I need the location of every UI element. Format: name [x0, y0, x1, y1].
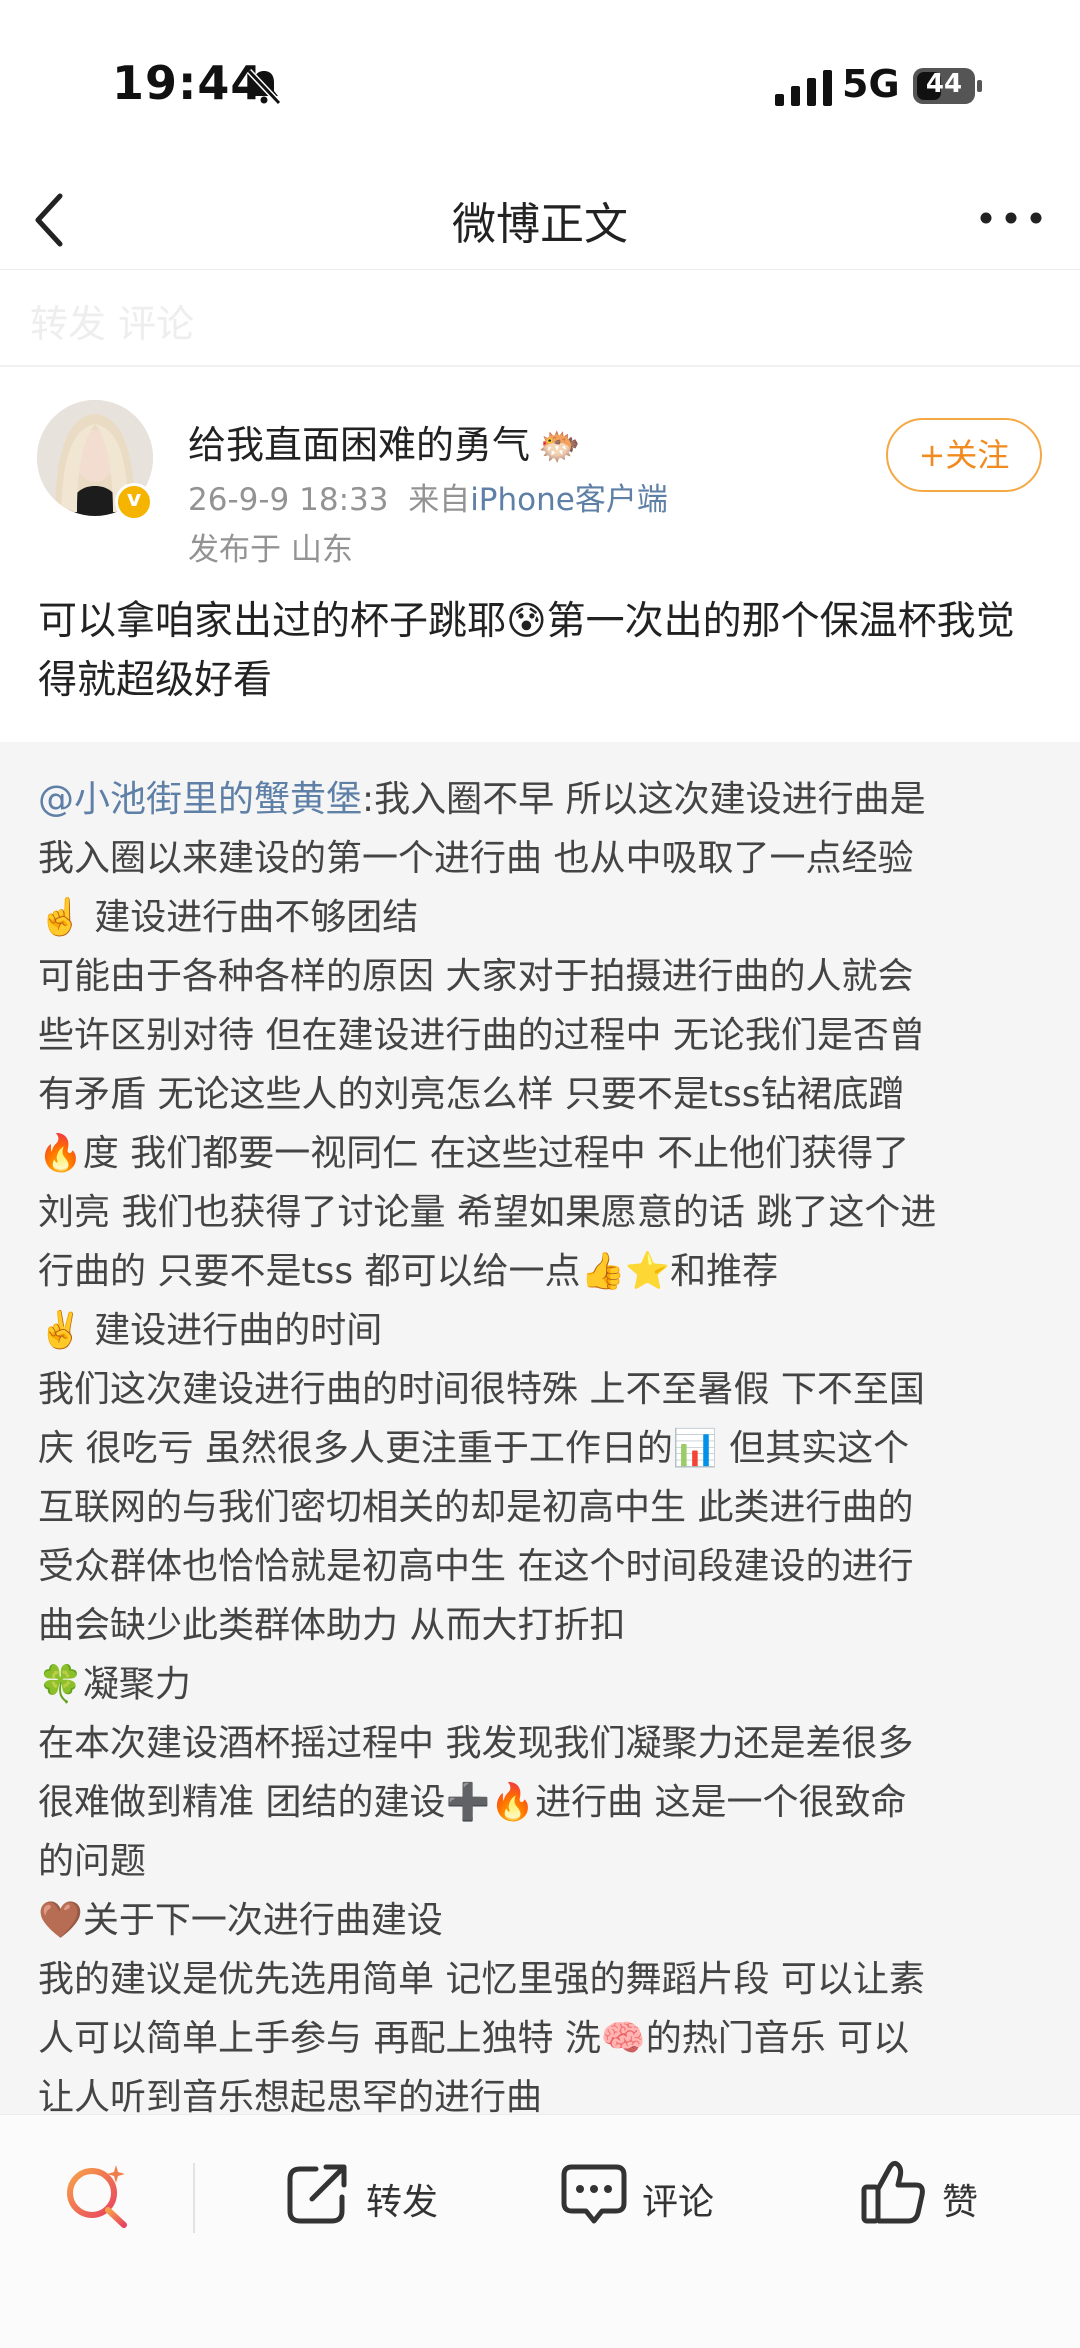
verified-badge: v: [115, 483, 153, 521]
comment-icon: [561, 2164, 627, 2224]
faint-strip: 转发 评论: [0, 271, 1080, 365]
quote-line: 🍀凝聚力: [38, 1664, 191, 1705]
follow-button[interactable]: +关注: [886, 418, 1042, 492]
quote-line: 🤎关于下一次进行曲建设: [38, 1900, 443, 1941]
source-prefix: 来自: [408, 482, 471, 518]
bottom-action-bar: 转发 评论 赞: [0, 2114, 1080, 2348]
post-source[interactable]: iPhone客户端: [470, 482, 668, 518]
quote-line: 我入圈以来建设的第一个进行曲 也从中吸取了一点经验: [38, 838, 914, 879]
comment-label[interactable]: 评论: [642, 2173, 714, 2225]
quote-line: 在本次建设酒杯摇过程中 我发现我们凝聚力还是差很多: [38, 1723, 914, 1764]
quote-line: 让人听到音乐想起思罕的进行曲: [38, 2077, 543, 2114]
quote-line: ✌️ 建设进行曲的时间: [38, 1310, 383, 1351]
quote-line: 我们这次建设进行曲的时间很特殊 上不至暑假 下不至国: [38, 1369, 925, 1410]
author-name-emoji: 🐡: [538, 427, 581, 467]
post-text: 可以拿咱家出过的杯子跳耶😰第一次出的那个保温杯我觉得就超级好看: [38, 599, 1015, 703]
search-icon[interactable]: [62, 2161, 132, 2231]
quote-first-line: @小池街里的蟹黄堡:我入圈不早 所以这次建设进行曲是: [38, 770, 1048, 829]
page-title: 微博正文: [452, 199, 628, 250]
quoted-post-content: @小池街里的蟹黄堡:我入圈不早 所以这次建设进行曲是 我入圈以来建设的第一个进行…: [38, 770, 1048, 2114]
battery-icon: 44: [913, 68, 983, 104]
network-label: 5G: [842, 62, 900, 106]
quote-line: 人可以简单上手参与 再配上独特 洗🧠的热门音乐 可以: [38, 2018, 910, 2059]
quote-line: 很难做到精准 团结的建设➕🔥进行曲 这是一个很致命: [38, 1782, 907, 1823]
nav-bar: 微博正文: [0, 170, 1080, 270]
faint-text: 转发 评论: [30, 302, 195, 346]
battery-percent: 44: [925, 69, 963, 99]
status-bar: 19:44 5G 44: [0, 0, 1080, 170]
quote-line: 刘亮 我们也获得了讨论量 希望如果愿意的话 跳了这个进: [38, 1192, 937, 1233]
divider: [0, 365, 1080, 367]
quote-line: 受众群体也恰恰就是初高中生 在这个时间段建设的进行: [38, 1546, 914, 1587]
quote-line: 有矛盾 无论这些人的刘亮怎么样 只要不是tss钻裙底蹭: [38, 1074, 905, 1115]
quote-line: 互联网的与我们密切相关的却是初高中生 此类进行曲的: [38, 1487, 914, 1528]
post-time: 26-9-9 18:33: [188, 482, 389, 518]
quote-line: 些许区别对待 但在建设进行曲的过程中 无论我们是否曾: [38, 1015, 925, 1056]
quote-line: :我入圈不早 所以这次建设进行曲是: [362, 779, 926, 820]
quote-line: 曲会缺少此类群体助力 从而大打折扣: [38, 1605, 626, 1646]
post-meta: 26-9-9 18:33 来自iPhone客户端: [188, 474, 668, 519]
like-label[interactable]: 赞: [942, 2173, 978, 2225]
quote-line: 行曲的 只要不是tss 都可以给一点👍⭐和推荐: [38, 1251, 779, 1292]
quoted-post[interactable]: @小池街里的蟹黄堡:我入圈不早 所以这次建设进行曲是 我入圈以来建设的第一个进行…: [0, 742, 1080, 2114]
quote-line: 可能由于各种各样的原因 大家对于拍摄进行曲的人就会: [38, 956, 914, 997]
repost-icon: [287, 2164, 347, 2224]
quote-line: 庆 很吃亏 虽然很多人更注重于工作日的📊 但其实这个: [38, 1428, 910, 1469]
bar-divider: [193, 2163, 195, 2233]
bell-off-icon: [246, 68, 282, 106]
more-icon[interactable]: [978, 206, 1044, 230]
quote-line: 的问题: [38, 1841, 147, 1882]
quote-line: 我的建议是优先选用简单 记忆里强的舞蹈片段 可以让素: [38, 1959, 925, 2000]
thumbs-up-icon: [861, 2160, 925, 2224]
status-time: 19:44: [112, 56, 264, 110]
quote-line: 🔥度 我们都要一视同仁 在这些过程中 不止他们获得了: [38, 1133, 910, 1174]
quote-line: ☝️ 建设进行曲不够团结: [38, 897, 419, 938]
quote-author-link[interactable]: @小池街里的蟹黄堡: [38, 779, 362, 820]
signal-icon: [775, 70, 832, 106]
post-location: 发布于 山东: [188, 532, 353, 568]
author-name-text[interactable]: 给我直面困难的勇气: [188, 423, 530, 467]
author-name[interactable]: 给我直面困难的勇气 🐡: [188, 414, 580, 469]
repost-label[interactable]: 转发: [366, 2173, 438, 2225]
